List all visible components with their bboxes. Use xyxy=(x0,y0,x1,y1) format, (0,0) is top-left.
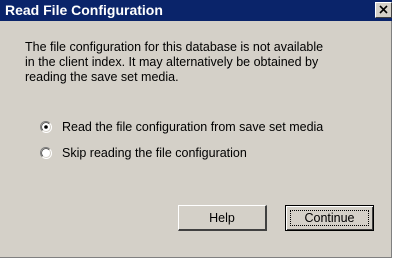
option-label[interactable]: Skip reading the file configuration xyxy=(62,145,247,161)
radio-button-unselected[interactable] xyxy=(40,147,52,159)
read-file-configuration-dialog: Read File Configuration The file configu… xyxy=(0,0,392,258)
close-icon xyxy=(379,5,388,14)
radio-button-selected[interactable] xyxy=(40,121,52,133)
continue-button[interactable]: Continue xyxy=(285,205,374,231)
message-text: The file configuration for this database… xyxy=(25,40,375,85)
help-button[interactable]: Help xyxy=(178,205,267,231)
continue-button-label: Continue xyxy=(304,211,355,225)
help-button-label: Help xyxy=(209,211,235,225)
message-line: The file configuration for this database… xyxy=(25,40,324,54)
dialog-title: Read File Configuration xyxy=(5,2,163,18)
message-line: in the client index. It may alternativel… xyxy=(25,55,319,69)
option-label[interactable]: Read the file configuration from save se… xyxy=(62,119,323,135)
title-bar[interactable]: Read File Configuration xyxy=(0,0,392,21)
message-line: reading the save set media. xyxy=(25,70,179,84)
close-button[interactable] xyxy=(375,2,392,18)
